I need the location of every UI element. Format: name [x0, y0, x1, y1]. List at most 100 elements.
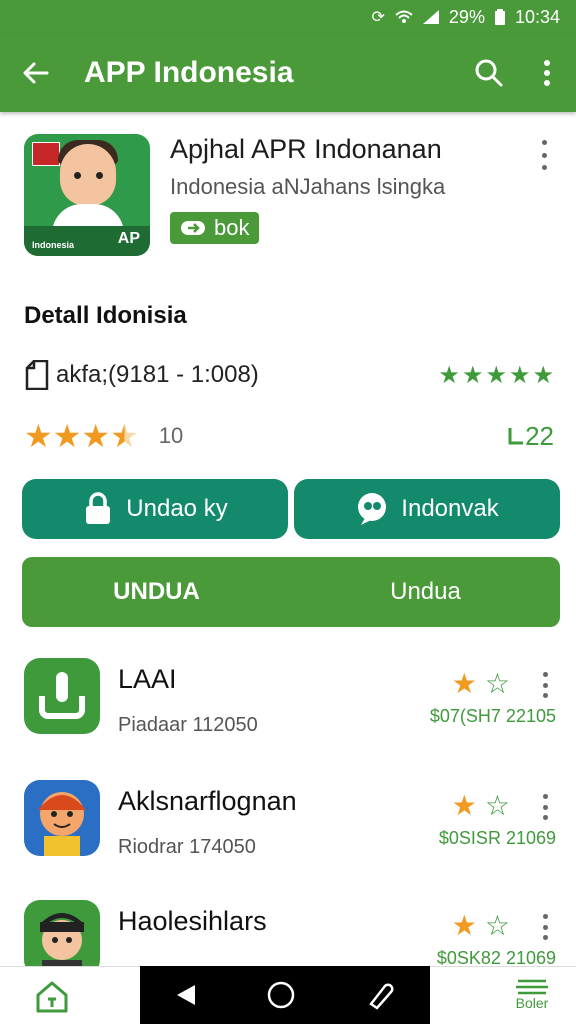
- star-icon: ★: [81, 418, 111, 454]
- download-button[interactable]: Undao ky: [22, 479, 288, 539]
- info-line: akfa;(9181 - 1:008) ★ ★ ★ ★ ★: [24, 356, 554, 394]
- sync-icon: ⟳: [371, 9, 385, 26]
- dot: [542, 794, 548, 799]
- nav-right-button[interactable]: Boler: [514, 977, 550, 1011]
- character-eye: [74, 172, 81, 179]
- recents-icon[interactable]: [365, 980, 395, 1010]
- star-icon: ★: [438, 361, 460, 389]
- dot: [541, 152, 547, 158]
- dot: [542, 914, 548, 919]
- star-icon: ★: [461, 361, 484, 389]
- list-item-price: $07(SH7 22105: [429, 706, 556, 726]
- character-eye: [96, 172, 103, 179]
- list-item[interactable]: Aklsnarflognan Riodrar 174050 ★ ☆ $0SISR …: [24, 780, 556, 880]
- app-badge[interactable]: bok: [170, 212, 260, 244]
- nav-right-label: Boler: [515, 995, 549, 1011]
- character-face: [60, 144, 116, 206]
- action-buttons: Undao ky Indonvak: [22, 479, 560, 539]
- search-button[interactable]: [460, 58, 518, 88]
- app-bar: APP Indonesia: [0, 34, 576, 112]
- list-item-title: Haolesihlars: [118, 906, 267, 936]
- home-icon: [36, 981, 68, 1013]
- dot: [542, 804, 548, 810]
- dot: [542, 672, 548, 677]
- rating-right-text: 22: [525, 420, 554, 451]
- chat-button-label: Indonvak: [401, 495, 499, 522]
- info-text: akfa;(9181 - 1:008): [56, 361, 259, 388]
- icon-number: AP: [117, 230, 140, 247]
- more-vert-icon: [544, 60, 550, 86]
- app-list-icon: [24, 658, 100, 734]
- back-button[interactable]: [0, 61, 70, 85]
- app-icon[interactable]: Indonesia AP: [24, 134, 150, 256]
- home-circle-icon[interactable]: [266, 980, 296, 1010]
- dot: [542, 682, 548, 688]
- list-item-subtitle: Piadaar 112050: [118, 714, 258, 736]
- character-icon: [40, 913, 84, 976]
- half-star-icon: ★: [110, 418, 139, 454]
- dot: [542, 815, 548, 820]
- star-icon: ★: [451, 668, 477, 699]
- flag-tag: [32, 142, 60, 166]
- badge-label: bok: [214, 215, 250, 240]
- list-item-title: Aklsnarflognan: [118, 786, 297, 816]
- star-outline-icon: ☆: [484, 790, 510, 821]
- lock-icon: [86, 492, 111, 524]
- icon-label: Indonesia: [32, 240, 75, 250]
- rating-count: 10: [158, 423, 184, 448]
- dot: [541, 165, 547, 170]
- star-outline-icon: ☆: [484, 910, 510, 941]
- back-arrow-icon: [23, 62, 49, 84]
- star-icon: ★: [451, 790, 477, 821]
- chat-icon: [358, 493, 387, 525]
- back-triangle-icon[interactable]: [175, 983, 197, 1007]
- install-button-right: Undua: [390, 578, 461, 605]
- download-icon: [39, 672, 85, 719]
- nav-home-button[interactable]: [30, 975, 74, 1019]
- check-l-icon: [508, 427, 524, 444]
- page-title: APP Indonesia: [84, 56, 294, 89]
- install-button-left: UNDUA: [113, 578, 200, 605]
- star-icon: ★: [532, 361, 554, 389]
- install-button[interactable]: UNDUA Undua: [22, 557, 560, 627]
- app-list-icon: [24, 780, 100, 856]
- character-icon: [38, 792, 86, 856]
- list-item-more-button[interactable]: [540, 914, 550, 940]
- download-button-label: Undao ky: [126, 495, 228, 522]
- section-title: Detall Idonisia: [24, 302, 187, 329]
- app-more-button[interactable]: [534, 140, 554, 170]
- app-list-icon: [24, 900, 100, 976]
- dot: [542, 693, 548, 698]
- app-subtitle: Indonesia aNJahans lsingka: [170, 174, 446, 199]
- rating-line: ★ ★ ★ ★ 10 22: [24, 416, 554, 456]
- dot: [541, 140, 547, 145]
- wifi-icon: [395, 10, 413, 24]
- chat-button[interactable]: Indonvak: [294, 479, 560, 539]
- status-bar: ⟳ 29% 10:34: [0, 0, 576, 34]
- document-icon: [25, 360, 49, 390]
- star-outline-icon: ☆: [484, 668, 510, 699]
- info-stars: ★ ★ ★ ★ ★: [438, 361, 554, 390]
- dot: [542, 935, 548, 940]
- battery-percent: 29%: [448, 6, 485, 27]
- star-icon: ★: [508, 361, 531, 389]
- list-item[interactable]: LAAI Piadaar 112050 ★ ☆ $07(SH7 22105: [24, 658, 556, 758]
- list-item-price: $0SISR 21069: [438, 828, 556, 848]
- clock: 10:34: [514, 6, 560, 27]
- overflow-menu-button[interactable]: [518, 59, 576, 87]
- list-item-more-button[interactable]: [540, 672, 550, 698]
- list-item-stars: ★ ☆: [452, 912, 510, 940]
- tray-icon: [516, 979, 548, 995]
- star-icon: ★: [24, 418, 53, 454]
- app-header: Indonesia AP Apjhal APR Indonanan Indone…: [24, 134, 554, 259]
- rating-right-value: 22: [507, 421, 554, 452]
- list-item-subtitle: Riodrar 174050: [118, 836, 256, 858]
- star-icon: ★: [451, 910, 477, 941]
- list-item-more-button[interactable]: [540, 794, 550, 820]
- link-icon: [181, 221, 205, 235]
- system-nav-bar: [140, 966, 430, 1024]
- signal-icon: [422, 10, 439, 24]
- dot: [542, 924, 548, 930]
- rating-stars: ★ ★ ★ ★: [24, 417, 139, 455]
- list-item-title: LAAI: [118, 664, 177, 694]
